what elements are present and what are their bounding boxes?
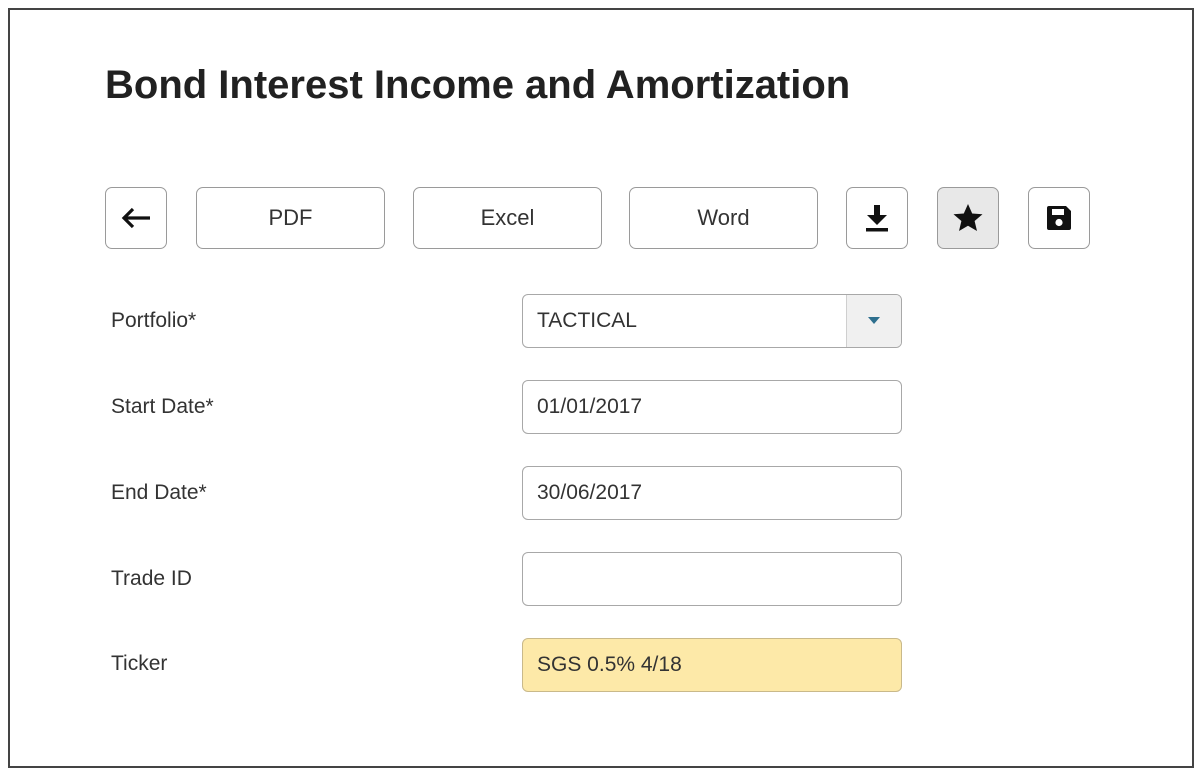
download-icon <box>864 203 890 233</box>
export-pdf-button[interactable]: PDF <box>196 187 385 249</box>
save-button[interactable] <box>1028 187 1090 249</box>
back-button[interactable] <box>105 187 167 249</box>
ticker-field[interactable] <box>522 638 902 692</box>
trade-id-field[interactable] <box>522 552 902 606</box>
portfolio-selected-value: TACTICAL <box>537 309 637 332</box>
trade-id-label: Trade ID <box>111 567 192 590</box>
download-button[interactable] <box>846 187 908 249</box>
arrow-left-icon <box>120 207 152 229</box>
floppy-disk-icon <box>1044 203 1074 233</box>
export-excel-button[interactable]: Excel <box>413 187 602 249</box>
page-title: Bond Interest Income and Amortization <box>105 63 851 107</box>
caret-down-icon <box>867 312 881 330</box>
portfolio-label: Portfolio* <box>111 309 197 332</box>
export-word-button[interactable]: Word <box>629 187 818 249</box>
favorite-button[interactable] <box>937 187 999 249</box>
start-date-label: Start Date* <box>111 395 214 418</box>
start-date-field[interactable] <box>522 380 902 434</box>
end-date-label: End Date* <box>111 481 207 504</box>
portfolio-dropdown-toggle[interactable] <box>846 295 901 347</box>
star-icon <box>952 202 984 234</box>
ticker-label: Ticker <box>111 652 168 675</box>
portfolio-select[interactable]: TACTICAL <box>522 294 902 348</box>
end-date-field[interactable] <box>522 466 902 520</box>
